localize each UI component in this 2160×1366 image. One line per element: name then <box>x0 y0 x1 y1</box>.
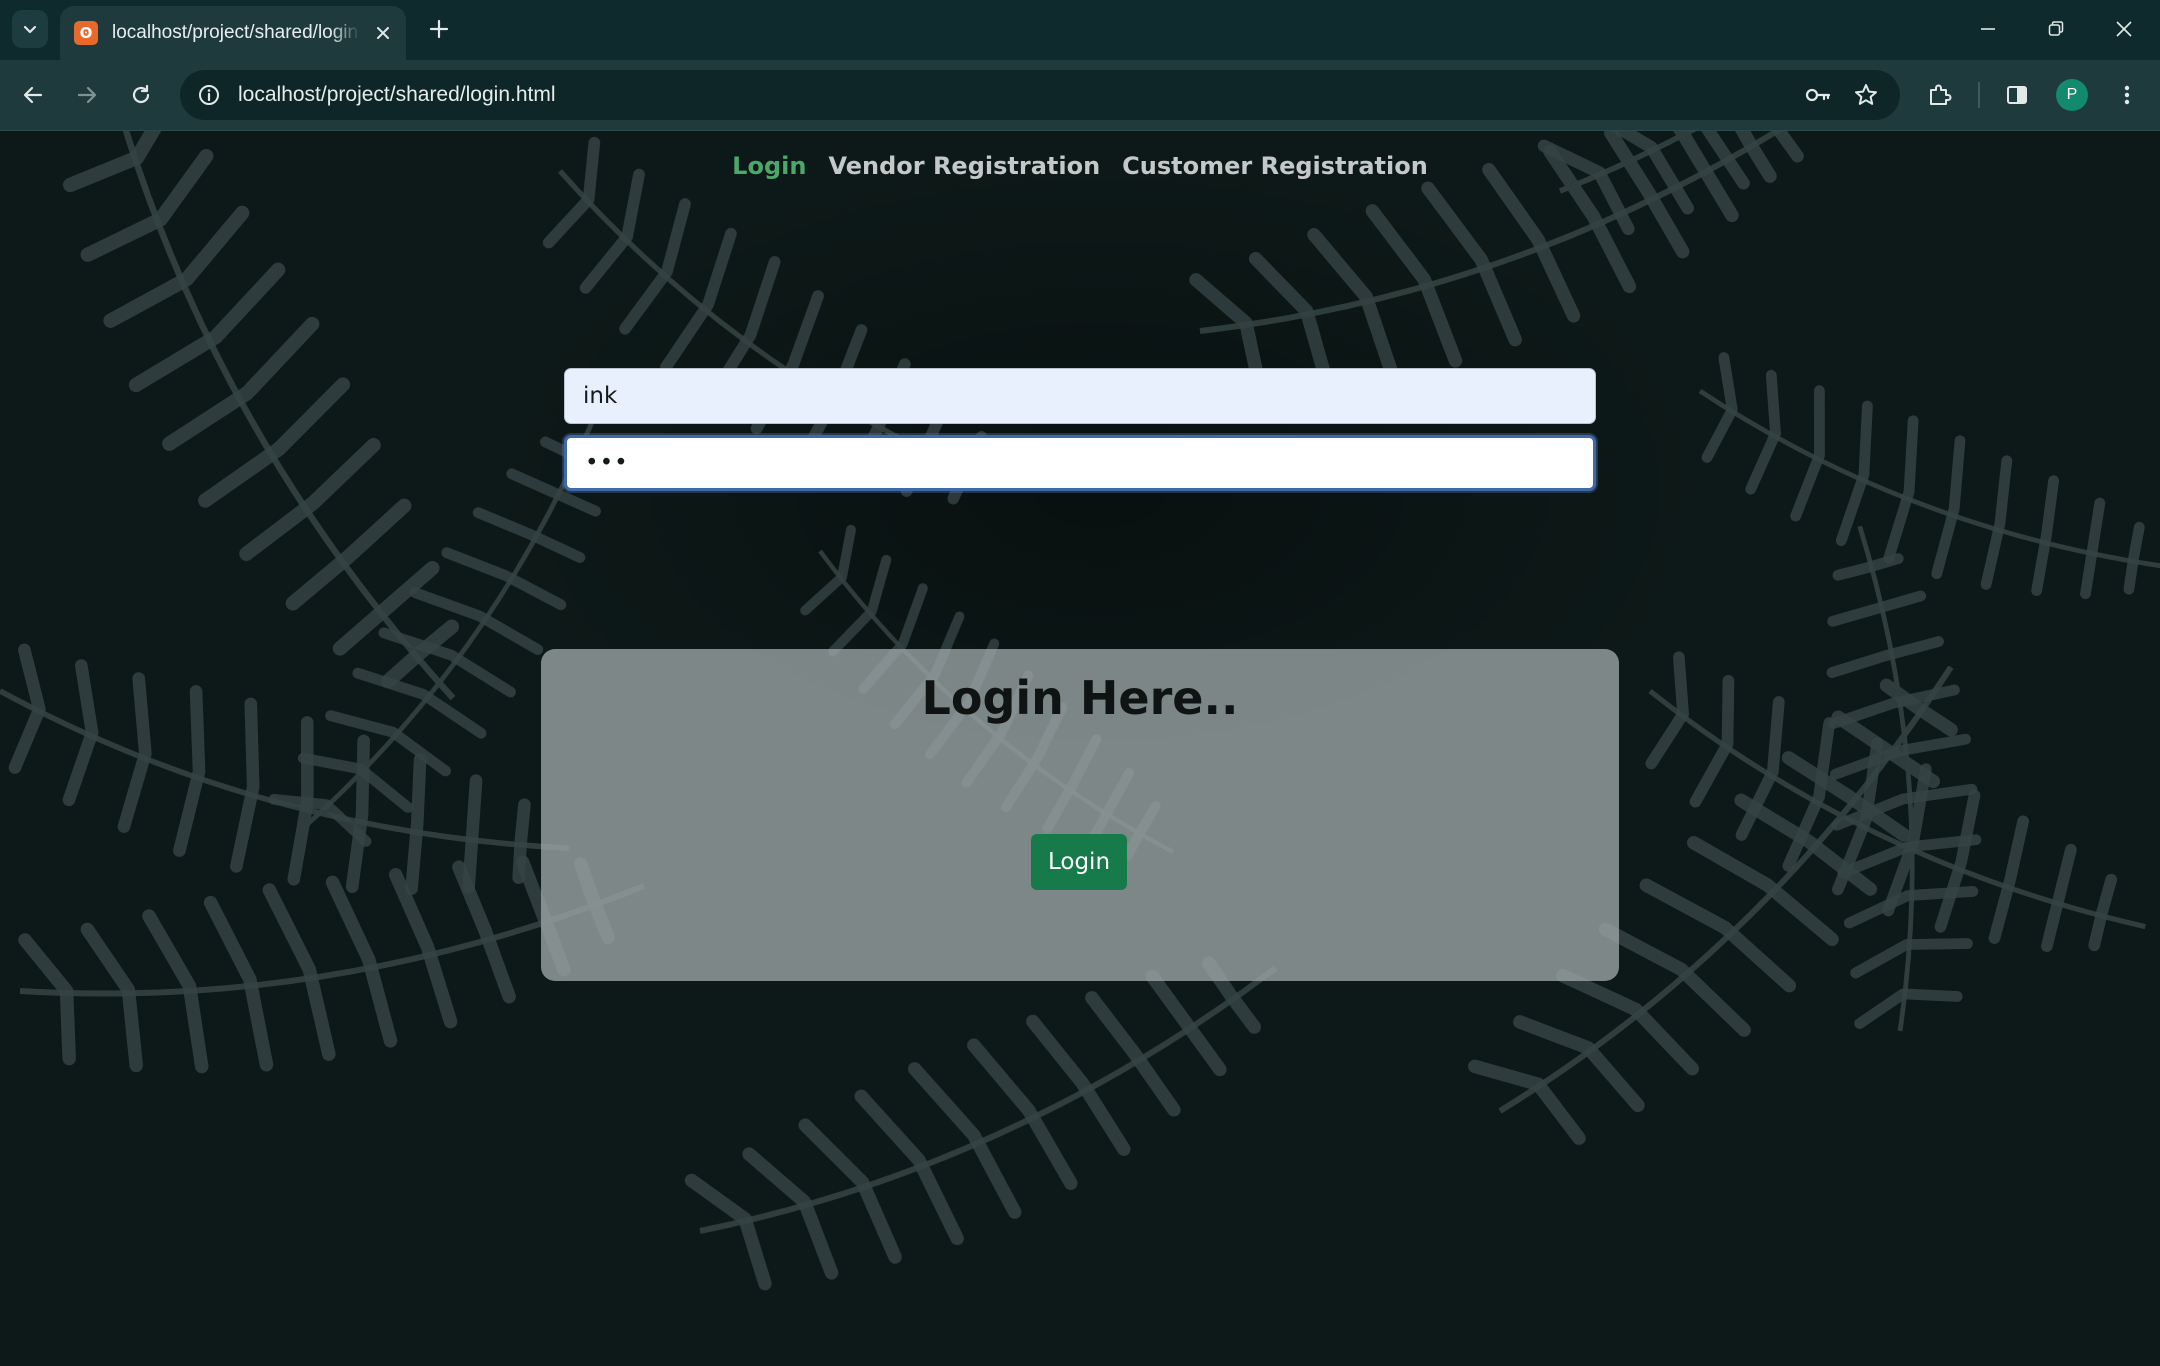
reload-icon <box>132 84 150 104</box>
nav-customer-registration-link[interactable]: Customer Registration <box>1122 152 1428 180</box>
username-input[interactable] <box>564 368 1596 424</box>
star-icon <box>1855 84 1877 105</box>
nav-login-link[interactable]: Login <box>732 152 806 180</box>
plus-icon <box>429 19 449 39</box>
back-button[interactable] <box>14 76 52 114</box>
puzzle-icon <box>1930 84 1952 105</box>
tab-title: localhost/project/shared/login.html <box>112 22 360 43</box>
side-panel-icon <box>2007 86 2027 104</box>
minimize-button[interactable] <box>1962 8 2014 50</box>
minimize-icon <box>1981 28 1995 30</box>
info-icon <box>199 85 219 105</box>
password-input[interactable] <box>564 435 1596 491</box>
browser-menu-button[interactable] <box>2108 76 2146 114</box>
close-window-button[interactable] <box>2098 8 2150 50</box>
extensions-button[interactable] <box>1920 76 1958 114</box>
nav-vendor-registration-link[interactable]: Vendor Registration <box>828 152 1100 180</box>
side-panel-button[interactable] <box>1998 76 2036 114</box>
new-tab-button[interactable] <box>422 12 456 46</box>
page-viewport: Login Vendor Registration Customer Regis… <box>0 131 2160 1366</box>
close-icon <box>377 27 389 39</box>
site-nav: Login Vendor Registration Customer Regis… <box>0 131 2160 201</box>
browser-tab-active[interactable]: ʘ localhost/project/shared/login.html <box>60 6 406 60</box>
login-card: Login Here.. Login <box>541 368 1619 981</box>
chevron-down-icon <box>23 25 37 34</box>
bookmark-button[interactable] <box>1846 75 1886 115</box>
profile-avatar[interactable]: P <box>2056 79 2088 111</box>
restore-icon <box>2048 21 2064 36</box>
arrow-left-icon <box>23 86 43 104</box>
browser-tab-strip: ʘ localhost/project/shared/login.html <box>0 0 2160 60</box>
address-bar[interactable]: localhost/project/shared/login.html <box>180 70 1900 120</box>
site-info-button[interactable] <box>192 78 226 112</box>
url-text[interactable]: localhost/project/shared/login.html <box>238 83 1798 107</box>
xampp-favicon-icon: ʘ <box>74 21 98 45</box>
password-key-button[interactable] <box>1798 75 1838 115</box>
restore-button[interactable] <box>2030 8 2082 50</box>
more-vertical-icon <box>2124 85 2130 105</box>
arrow-right-icon <box>77 86 97 104</box>
tab-search-button[interactable] <box>12 10 48 48</box>
key-icon <box>1805 88 1831 102</box>
reload-button[interactable] <box>122 76 160 114</box>
toolbar-divider <box>1978 82 1980 108</box>
close-icon <box>2116 21 2132 37</box>
login-heading: Login Here.. <box>921 671 1239 725</box>
tab-close-button[interactable] <box>370 20 396 46</box>
forward-button[interactable] <box>68 76 106 114</box>
browser-toolbar: localhost/project/shared/login.html P <box>0 60 2160 131</box>
login-button[interactable]: Login <box>1031 834 1127 890</box>
